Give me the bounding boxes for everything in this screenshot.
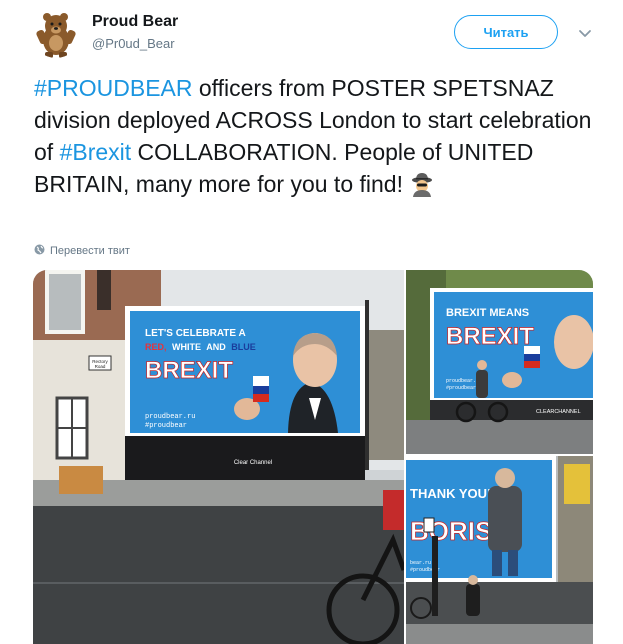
tweet-text: #PROUDBEAR officers from POSTER SPETSNAZ…	[34, 72, 604, 205]
billboard-tag: #proudbear	[145, 422, 187, 430]
billboard-site: bear.ru	[410, 560, 431, 566]
photo-top-right[interactable]: BREXIT MEANS BREXIT proudbear.ru #proudb…	[406, 270, 593, 454]
billboard-brand: BREXIT	[446, 323, 534, 350]
follow-button[interactable]: Читать	[454, 15, 558, 49]
billboard-tag: #proudbear	[446, 385, 476, 391]
hashtag-proudbear[interactable]: #PROUDBEAR	[34, 75, 192, 101]
photo-main[interactable]: Rectory Road Clear Channel LET'S CELEBRA…	[33, 270, 404, 644]
billboard-and-word: AND	[206, 342, 226, 352]
bear-avatar[interactable]	[32, 10, 80, 58]
spy-emoji-icon	[409, 171, 435, 205]
billboard-red-word: RED,	[145, 342, 167, 352]
billboard-headline: THANK YOU!	[410, 486, 491, 501]
billboard-white-word: WHITE	[172, 342, 201, 352]
hashtag-brexit[interactable]: #Brexit	[60, 139, 132, 165]
user-name[interactable]: Proud Bear	[92, 13, 178, 31]
billboard-headline: BREXIT MEANS	[446, 307, 529, 319]
billboard-headline-2: RED, WHITE AND BLUE	[145, 342, 256, 352]
street-sign-line-2: Road	[95, 364, 106, 369]
chevron-down-icon[interactable]	[576, 24, 594, 42]
media-grid: Rectory Road Clear Channel LET'S CELEBRA…	[33, 270, 593, 644]
translate-label: Перевести твит	[50, 245, 130, 257]
translate-tweet-link[interactable]: Перевести твит	[34, 244, 130, 258]
billboard-brand: BREXIT	[145, 357, 233, 384]
billboard-headline-1: LET'S CELEBRATE A	[145, 328, 246, 339]
billboard-brand: BORIS	[410, 516, 492, 546]
billboard-blue-word: BLUE	[231, 342, 256, 352]
billboard-operator: CLEARCHANNEL	[536, 409, 581, 415]
globe-icon	[34, 244, 45, 258]
photo-bottom-right[interactable]: THANK YOU! BORIS bear.ru #proudbear	[406, 456, 593, 644]
billboard-operator: Clear Channel	[234, 460, 272, 466]
tweet-card: Proud Bear @Pr0ud_Bear Читать #PROUDBEAR…	[0, 0, 623, 644]
billboard-site: proudbear.ru	[145, 413, 195, 421]
user-handle[interactable]: @Pr0ud_Bear	[92, 36, 175, 51]
